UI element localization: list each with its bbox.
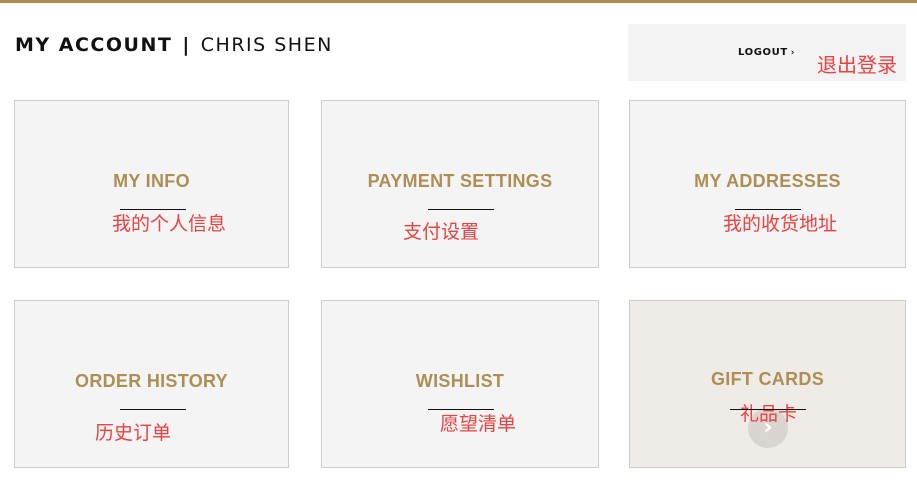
user-name: CHRIS SHEN: [200, 34, 333, 56]
card-annotation: 愿望清单: [440, 413, 517, 435]
card-annotation: 历史订单: [95, 422, 172, 444]
card-divider: [428, 209, 494, 210]
card-divider: [730, 409, 806, 410]
card-divider: [120, 409, 186, 410]
title-separator: |: [182, 34, 191, 56]
card-title: ORDER HISTORY: [75, 371, 228, 391]
card-payment-settings[interactable]: PAYMENT SETTINGS 支付设置: [321, 100, 599, 268]
card-annotation: 礼品卡: [740, 403, 798, 425]
card-title: WISHLIST: [415, 371, 505, 391]
card-gift-cards[interactable]: GIFT CARDS › 礼品卡: [629, 300, 906, 468]
logout-button[interactable]: LOGOUT ›: [738, 47, 795, 58]
card-annotation: 我的收货地址: [723, 213, 838, 235]
top-accent-bar: [0, 0, 917, 3]
logout-annotation: 退出登录: [817, 53, 897, 77]
page-title-label: MY ACCOUNT: [15, 34, 173, 56]
card-order-history[interactable]: ORDER HISTORY 历史订单: [14, 300, 289, 468]
logout-label: LOGOUT: [738, 47, 788, 58]
logout-panel: LOGOUT › 退出登录: [628, 24, 906, 81]
card-annotation: 我的个人信息: [112, 213, 227, 235]
card-annotation: 支付设置: [403, 221, 480, 243]
card-title: PAYMENT SETTINGS: [367, 171, 553, 191]
card-title: MY INFO: [113, 171, 190, 191]
card-wishlist[interactable]: WISHLIST 愿望清单: [321, 300, 599, 468]
card-my-info[interactable]: MY INFO 我的个人信息: [14, 100, 289, 268]
card-title: GIFT CARDS: [711, 369, 824, 389]
card-my-addresses[interactable]: MY ADDRESSES 我的收货地址: [629, 100, 906, 268]
page-title: MY ACCOUNT | CHRIS SHEN: [15, 34, 333, 56]
chevron-right-icon: ›: [790, 48, 796, 58]
card-title: MY ADDRESSES: [694, 171, 841, 191]
